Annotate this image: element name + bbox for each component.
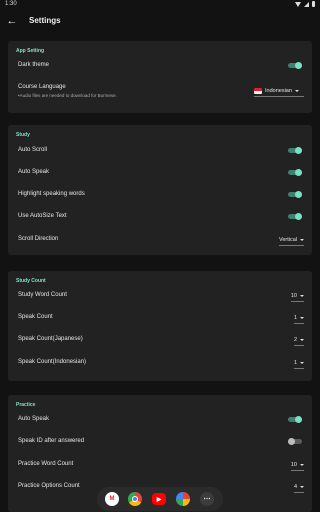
app-drawer-icon[interactable]: ⋯	[200, 492, 214, 506]
practice-word-count-label: Practice Word Count	[18, 461, 74, 467]
course-language-dropdown[interactable]: Indonesian	[254, 86, 304, 97]
auto-speak-toggle[interactable]	[288, 169, 302, 176]
dark-theme-toggle[interactable]	[288, 62, 302, 69]
status-time: 1:30	[5, 1, 17, 7]
study-word-count-label: Study Word Count	[18, 292, 67, 298]
speak-count-value: 1	[293, 314, 297, 321]
scroll-direction-value: Vertical	[278, 236, 297, 243]
autosize-text-label: Use AutoSize Text	[18, 213, 67, 219]
app-bar: ← Settings	[0, 9, 320, 33]
practice-word-count-value: 10	[290, 461, 297, 468]
speak-count-japanese-row[interactable]: Speak Count(Japanese) 2	[8, 330, 312, 350]
app-setting-card: App Setting Dark theme Course Language •…	[8, 41, 312, 113]
auto-speak-row[interactable]: Auto Speak	[8, 163, 312, 183]
page-title: Settings	[29, 16, 61, 25]
practice-auto-speak-row[interactable]: Auto Speak	[8, 410, 312, 430]
taskbar: M ▶ ⋯	[0, 484, 320, 512]
status-icons	[295, 1, 315, 7]
scroll-direction-dropdown[interactable]: Vertical	[278, 235, 304, 246]
speak-count-indonesian-row[interactable]: Speak Count(Indonesian) 1	[8, 353, 312, 373]
study-word-count-row[interactable]: Study Word Count 10	[8, 286, 312, 306]
wifi-icon	[295, 1, 301, 7]
autosize-text-row[interactable]: Use AutoSize Text	[8, 207, 312, 227]
back-arrow-icon[interactable]: ←	[6, 13, 18, 29]
speak-count-dropdown[interactable]: 1	[293, 313, 304, 324]
signal-icon	[304, 1, 309, 7]
indonesia-flag-icon	[254, 87, 262, 94]
auto-scroll-label: Auto Scroll	[18, 147, 48, 153]
speak-id-after-row[interactable]: Speak ID after answered	[8, 432, 312, 452]
highlight-speaking-toggle[interactable]	[288, 191, 302, 198]
section-header-study: Study	[16, 132, 30, 138]
chevron-down-icon	[300, 294, 304, 297]
course-language-row[interactable]: Course Language •Audio files are needed …	[8, 80, 312, 104]
gmail-icon[interactable]: M	[105, 492, 119, 506]
course-language-value: Indonesian	[265, 87, 292, 94]
speak-id-after-toggle[interactable]	[288, 438, 302, 445]
section-header-study-count: Study Count	[16, 278, 46, 284]
chevron-down-icon	[300, 463, 304, 466]
study-word-count-dropdown[interactable]: 10	[290, 291, 304, 302]
section-header-app-setting: App Setting	[16, 48, 45, 54]
speak-count-japanese-label: Speak Count(Japanese)	[18, 336, 83, 342]
scroll-direction-label: Scroll Direction	[18, 236, 59, 242]
section-header-practice: Practice	[16, 402, 36, 408]
dark-theme-label: Dark theme	[18, 62, 50, 68]
auto-scroll-row[interactable]: Auto Scroll	[8, 141, 312, 161]
course-language-label: Course Language	[18, 84, 66, 90]
highlight-speaking-row[interactable]: Highlight speaking words	[8, 185, 312, 205]
battery-icon	[312, 1, 315, 7]
app-dock: M ▶ ⋯	[97, 487, 223, 511]
dark-theme-row[interactable]: Dark theme	[8, 56, 312, 76]
photos-icon[interactable]	[176, 492, 190, 506]
speak-count-indonesian-value: 1	[293, 359, 297, 366]
speak-count-label: Speak Count	[18, 314, 53, 320]
course-language-note: •Audio files are needed to download for …	[18, 93, 117, 98]
chevron-down-icon	[294, 89, 299, 92]
youtube-icon[interactable]: ▶	[152, 493, 166, 505]
highlight-speaking-label: Highlight speaking words	[18, 191, 85, 197]
chrome-icon[interactable]	[128, 492, 142, 506]
speak-id-after-label: Speak ID after answered	[18, 438, 85, 444]
practice-auto-speak-toggle[interactable]	[288, 416, 302, 423]
study-count-card: Study Count Study Word Count 10 Speak Co…	[8, 271, 312, 381]
auto-scroll-toggle[interactable]	[288, 147, 302, 154]
practice-word-count-dropdown[interactable]: 10	[290, 460, 304, 471]
speak-count-japanese-dropdown[interactable]: 2	[293, 335, 304, 346]
chevron-down-icon	[300, 316, 304, 319]
chevron-down-icon	[300, 238, 304, 241]
speak-count-indonesian-dropdown[interactable]: 1	[293, 358, 304, 369]
autosize-text-toggle[interactable]	[288, 213, 302, 220]
chevron-down-icon	[300, 361, 304, 364]
study-word-count-value: 10	[290, 292, 297, 299]
auto-speak-label: Auto Speak	[18, 169, 50, 175]
practice-word-count-row[interactable]: Practice Word Count 10	[8, 455, 312, 475]
chevron-down-icon	[300, 338, 304, 341]
status-bar: 1:30	[0, 0, 320, 9]
speak-count-japanese-value: 2	[293, 336, 297, 343]
speak-count-indonesian-label: Speak Count(Indonesian)	[18, 359, 87, 365]
practice-auto-speak-label: Auto Speak	[18, 416, 50, 422]
scroll-direction-row[interactable]: Scroll Direction Vertical	[8, 230, 312, 250]
study-card: Study Auto Scroll Auto Speak Highlight s…	[8, 125, 312, 255]
speak-count-row[interactable]: Speak Count 1	[8, 308, 312, 328]
